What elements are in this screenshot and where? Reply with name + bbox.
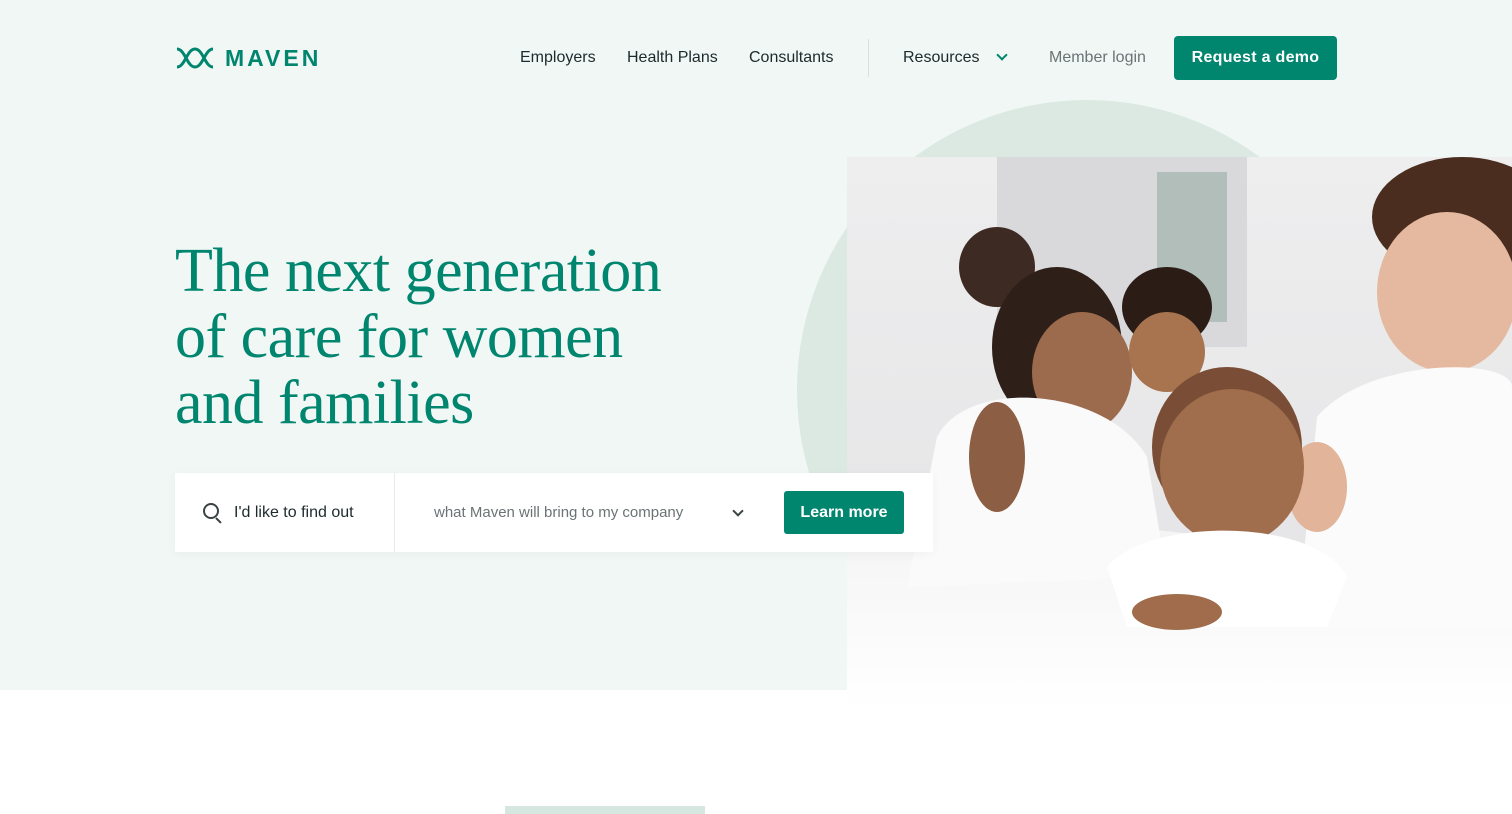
learn-more-button[interactable]: Learn more bbox=[784, 491, 904, 534]
find-out-label-group: I'd like to find out bbox=[175, 473, 395, 552]
nav-resources-label: Resources bbox=[903, 49, 980, 66]
hero-title: The next generation of care for women an… bbox=[175, 238, 815, 436]
brand-logo[interactable]: MAVEN bbox=[175, 44, 321, 72]
family-photo-illustration bbox=[847, 157, 1512, 710]
family-photo bbox=[847, 157, 1512, 710]
request-demo-button[interactable]: Request a demo bbox=[1174, 36, 1337, 80]
topic-select-value: what Maven will bring to my company bbox=[434, 504, 684, 521]
chevron-down-icon bbox=[732, 505, 744, 517]
hero-title-line: and families bbox=[175, 369, 474, 437]
nav-member-login[interactable]: Member login bbox=[1049, 36, 1146, 80]
nav-consultants[interactable]: Consultants bbox=[749, 36, 834, 80]
find-out-bar: I'd like to find out what Maven will bri… bbox=[175, 473, 933, 552]
nav-employers[interactable]: Employers bbox=[520, 36, 596, 80]
brand-name: MAVEN bbox=[225, 44, 322, 71]
hero-title-line: The next generation bbox=[175, 237, 662, 305]
nav-health-plans[interactable]: Health Plans bbox=[627, 36, 718, 80]
find-out-label: I'd like to find out bbox=[234, 503, 354, 521]
search-icon bbox=[203, 502, 223, 524]
site-header: MAVEN Employers Health Plans Consultants… bbox=[0, 0, 1512, 116]
nav-resources[interactable]: Resources bbox=[903, 36, 1008, 80]
maven-interlock-icon bbox=[176, 47, 214, 69]
chevron-down-icon bbox=[996, 49, 1008, 61]
page: MAVEN Employers Health Plans Consultants… bbox=[0, 0, 1512, 814]
hero-title-line: of care for women bbox=[175, 303, 623, 371]
section-divider bbox=[505, 806, 705, 814]
topic-select[interactable]: what Maven will bring to my company bbox=[395, 473, 755, 552]
nav-divider bbox=[868, 39, 869, 77]
